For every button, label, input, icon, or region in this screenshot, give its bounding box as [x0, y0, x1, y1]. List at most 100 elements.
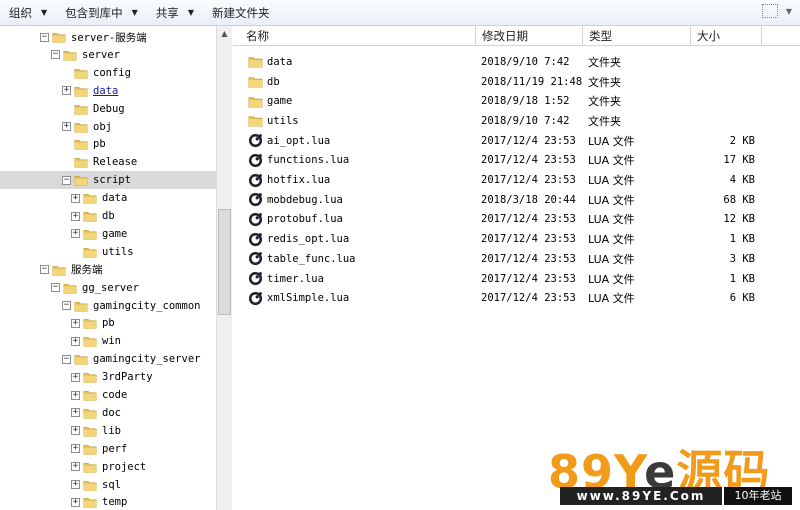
collapse-icon[interactable]: −	[40, 32, 49, 42]
folder-icon	[74, 66, 88, 80]
tree-item-label: project	[102, 460, 147, 473]
folder-icon	[74, 173, 88, 187]
lua-file-icon	[248, 192, 263, 207]
expand-icon[interactable]: +	[71, 229, 80, 239]
tree-item[interactable]: + db	[0, 207, 216, 225]
tree-item-label: gamingcity_common	[93, 299, 201, 312]
collapse-icon[interactable]: −	[62, 354, 71, 364]
tree-item[interactable]: Release	[0, 153, 216, 171]
tree-item[interactable]: + perf	[0, 440, 216, 458]
expand-icon[interactable]: +	[62, 122, 71, 131]
file-row[interactable]: redis_opt.lua 2017/12/4 23:53 LUA 文件 1 KB	[233, 229, 800, 249]
tree-item[interactable]: Debug	[0, 100, 216, 118]
tree-item[interactable]: config	[0, 64, 216, 82]
file-row[interactable]: mobdebug.lua 2018/3/18 20:44 LUA 文件 68 KB	[233, 190, 800, 210]
file-row[interactable]: protobuf.lua 2017/12/4 23:53 LUA 文件 12 KB	[233, 210, 800, 230]
tree-item[interactable]: − gg_server	[0, 279, 216, 297]
column-header-name[interactable]: 名称	[240, 26, 476, 46]
file-row[interactable]: xmlSimple.lua 2017/12/4 23:53 LUA 文件 6 KB	[233, 288, 800, 308]
expand-icon[interactable]: +	[71, 497, 80, 507]
folder-icon	[248, 54, 263, 69]
include-in-library-button[interactable]: 包含到库中 ▼	[56, 2, 147, 24]
file-row[interactable]: hotfix.lua 2017/12/4 23:53 LUA 文件 4 KB	[233, 170, 800, 190]
navigation-tree: − server-服务端 − server config + data Debug + obj pb…	[0, 26, 216, 510]
new-folder-button[interactable]: 新建文件夹	[203, 2, 279, 24]
file-name: utils	[267, 114, 299, 127]
tree-item[interactable]: + data	[0, 189, 216, 207]
scroll-up-arrow-icon[interactable]: ▲	[217, 26, 232, 42]
organize-menu-button[interactable]: 组织 ▼	[0, 2, 56, 24]
tree-item[interactable]: + temp	[0, 493, 216, 510]
column-header-size[interactable]: 大小	[691, 26, 762, 46]
scrollbar-thumb[interactable]	[218, 209, 231, 315]
tree-item[interactable]: +3rdParty	[0, 368, 216, 386]
view-options-caret-icon[interactable]: ▼	[786, 7, 792, 16]
file-type: LUA 文件	[588, 292, 635, 306]
column-header-type[interactable]: 类型	[583, 26, 691, 46]
tree-item[interactable]: − server-服务端	[0, 28, 216, 46]
file-type: 文件夹	[588, 114, 621, 128]
collapse-icon[interactable]: −	[40, 265, 49, 275]
folder-icon	[83, 370, 97, 384]
file-type: LUA 文件	[588, 252, 635, 266]
tree-scrollbar[interactable]: ▲	[216, 26, 232, 510]
tree-item[interactable]: − script	[0, 171, 216, 190]
column-type-label: 类型	[589, 29, 612, 43]
tree-item[interactable]: + win	[0, 332, 216, 350]
tree-item[interactable]: pb	[0, 135, 216, 153]
tree-item[interactable]: − gamingcity_server	[0, 350, 216, 368]
file-type: LUA 文件	[588, 272, 635, 286]
share-button[interactable]: 共享 ▼	[147, 2, 203, 24]
file-row[interactable]: db 2018/11/19 21:48 文件夹	[233, 72, 800, 92]
file-row[interactable]: ai_opt.lua 2017/12/4 23:53 LUA 文件 2 KB	[233, 131, 800, 151]
expand-icon[interactable]: +	[71, 372, 80, 382]
file-modified: 2018/9/10 7:42	[481, 55, 570, 68]
file-row[interactable]: table_func.lua 2017/12/4 23:53 LUA 文件 3 KB	[233, 249, 800, 269]
file-row[interactable]: utils 2018/9/10 7:42 文件夹	[233, 111, 800, 131]
expand-icon[interactable]: +	[62, 86, 71, 96]
collapse-icon[interactable]: −	[62, 301, 71, 310]
file-row[interactable]: timer.lua 2017/12/4 23:53 LUA 文件 1 KB	[233, 269, 800, 289]
folder-icon	[83, 334, 97, 348]
expand-icon[interactable]: +	[71, 462, 80, 472]
file-row[interactable]: functions.lua 2017/12/4 23:53 LUA 文件 17 KB	[233, 151, 800, 171]
tree-item-label: win	[102, 335, 121, 348]
file-row[interactable]: game 2018/9/18 1:52 文件夹	[233, 91, 800, 111]
file-modified: 2017/12/4 23:53	[481, 272, 576, 285]
expand-icon[interactable]: +	[71, 390, 80, 400]
collapse-icon[interactable]: −	[51, 283, 60, 293]
expand-icon[interactable]: +	[71, 444, 80, 454]
column-header-modified[interactable]: 修改日期	[476, 26, 583, 46]
expand-icon[interactable]: +	[71, 211, 80, 221]
lua-file-icon	[248, 173, 263, 188]
tree-item[interactable]: + sql	[0, 476, 216, 494]
folder-icon	[74, 155, 88, 169]
file-modified: 2017/12/4 23:53	[481, 213, 576, 226]
tree-item[interactable]: + obj	[0, 118, 216, 136]
expand-icon[interactable]: +	[71, 480, 80, 489]
collapse-icon[interactable]: −	[51, 50, 60, 60]
tree-item[interactable]: + code	[0, 386, 216, 404]
expand-icon[interactable]: +	[71, 426, 80, 436]
tree-item[interactable]: + lib	[0, 422, 216, 440]
file-modified: 2017/12/4 23:53	[481, 252, 576, 265]
expand-icon[interactable]: +	[71, 336, 80, 346]
tree-item[interactable]: + project	[0, 458, 216, 476]
tree-item[interactable]: − 服务端	[0, 261, 216, 279]
tree-item[interactable]: utils	[0, 243, 216, 261]
tree-item[interactable]: + game	[0, 225, 216, 243]
tree-item[interactable]: + data	[0, 82, 216, 100]
file-row[interactable]: data 2018/9/10 7:42 文件夹	[233, 52, 800, 72]
view-options-icon[interactable]	[761, 4, 778, 18]
tree-item[interactable]: + doc	[0, 404, 216, 422]
tree-item-label: gg_server	[82, 281, 139, 294]
tree-item[interactable]: − server	[0, 46, 216, 64]
folder-icon	[83, 406, 97, 420]
tree-item[interactable]: + pb	[0, 314, 216, 332]
expand-icon[interactable]: +	[71, 193, 80, 203]
collapse-icon[interactable]: −	[62, 175, 71, 185]
expand-icon[interactable]: +	[71, 408, 80, 418]
folder-icon	[83, 495, 97, 509]
tree-item[interactable]: − gamingcity_common	[0, 297, 216, 315]
expand-icon[interactable]: +	[71, 318, 80, 328]
